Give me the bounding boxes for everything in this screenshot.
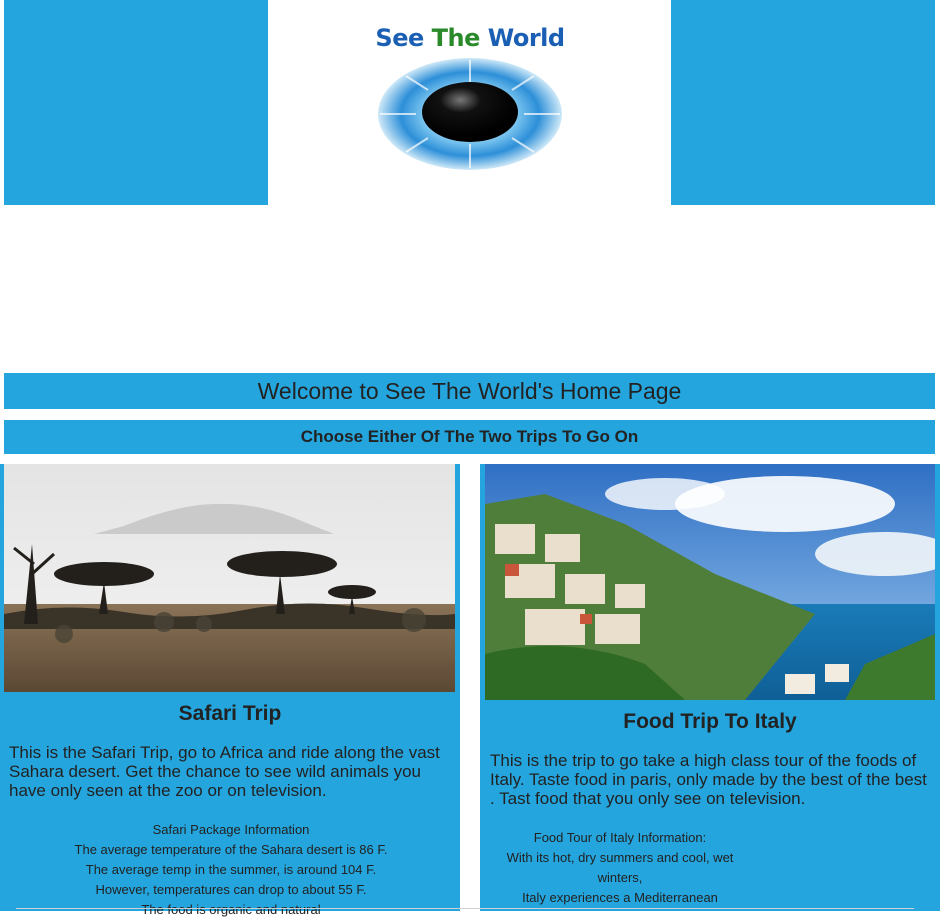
italy-photo[interactable] — [485, 464, 935, 700]
safari-info-line: The average temp in the summer, is aroun… — [85, 862, 377, 877]
italy-info-line: Italy experiences a Mediterranean — [522, 890, 718, 905]
page-divider — [16, 908, 914, 909]
site-logo[interactable]: See The World — [370, 20, 570, 180]
safari-info-line: Safari Package Information — [152, 822, 310, 837]
safari-package-info: Safari Package Information The average t… — [0, 820, 462, 920]
safari-photo[interactable] — [4, 464, 455, 692]
safari-info-line: The average temperature of the Sahara de… — [74, 842, 388, 857]
italy-trip-card[interactable]: Food Trip To Italy This is the trip to g… — [480, 464, 940, 911]
welcome-banner: Welcome to See The World's Home Page — [4, 373, 935, 409]
safari-trip-card[interactable]: Safari Trip This is the Safari Trip, go … — [0, 464, 460, 917]
italy-info-line: Food Tour of Italy Information: — [533, 830, 707, 845]
logo-wordmark: See The World — [370, 24, 570, 52]
italy-tour-info: Food Tour of Italy Information: With its… — [490, 828, 750, 908]
eye-icon — [378, 58, 562, 170]
safari-description: This is the Safari Trip, go to Africa an… — [9, 743, 440, 800]
italy-info-line: With its hot, dry summers and cool, wet — [506, 850, 734, 865]
logo-word-world: World — [487, 24, 565, 52]
header-right-block — [671, 0, 935, 205]
safari-info-line: However, temperatures can drop to about … — [95, 882, 367, 897]
choose-trip-banner: Choose Either Of The Two Trips To Go On — [4, 420, 935, 454]
safari-title: Safari Trip — [178, 702, 282, 725]
italy-info-line: winters, — [597, 870, 643, 885]
header-left-block — [4, 0, 268, 205]
safari-info-line: The food is organic and natural — [141, 902, 321, 917]
italy-description: This is the trip to go take a high class… — [490, 751, 927, 808]
logo-word-see: See — [375, 24, 432, 52]
italy-title: Food Trip To Italy — [623, 710, 797, 733]
logo-word-the: The — [431, 24, 488, 52]
